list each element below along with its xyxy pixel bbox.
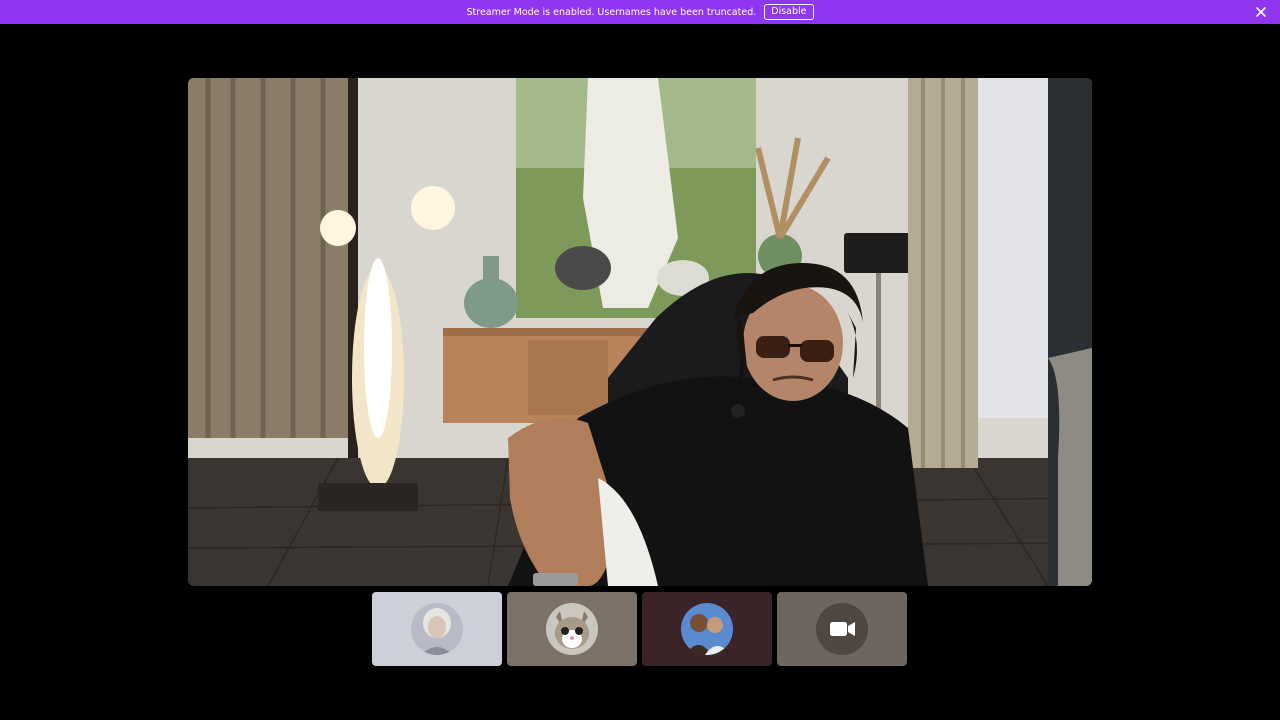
disable-streamer-mode-button[interactable]: Disable — [764, 4, 814, 20]
avatar-video-off — [816, 603, 868, 655]
participant-tile[interactable] — [642, 592, 772, 666]
video-stream-illustration — [188, 78, 1092, 586]
avatar-cat — [546, 603, 598, 655]
avatar-couple — [681, 603, 733, 655]
participant-tile[interactable] — [372, 592, 502, 666]
participant-tile[interactable] — [777, 592, 907, 666]
participant-tile[interactable] — [507, 592, 637, 666]
streamer-mode-message: Streamer Mode is enabled. Usernames have… — [466, 6, 757, 18]
streamer-mode-banner: Streamer Mode is enabled. Usernames have… — [0, 0, 1280, 24]
close-icon[interactable] — [1254, 5, 1268, 19]
avatar-white-haired-woman — [411, 603, 463, 655]
main-video-stream[interactable] — [188, 78, 1092, 586]
video-camera-icon — [816, 603, 868, 655]
participant-tiles — [372, 592, 907, 666]
